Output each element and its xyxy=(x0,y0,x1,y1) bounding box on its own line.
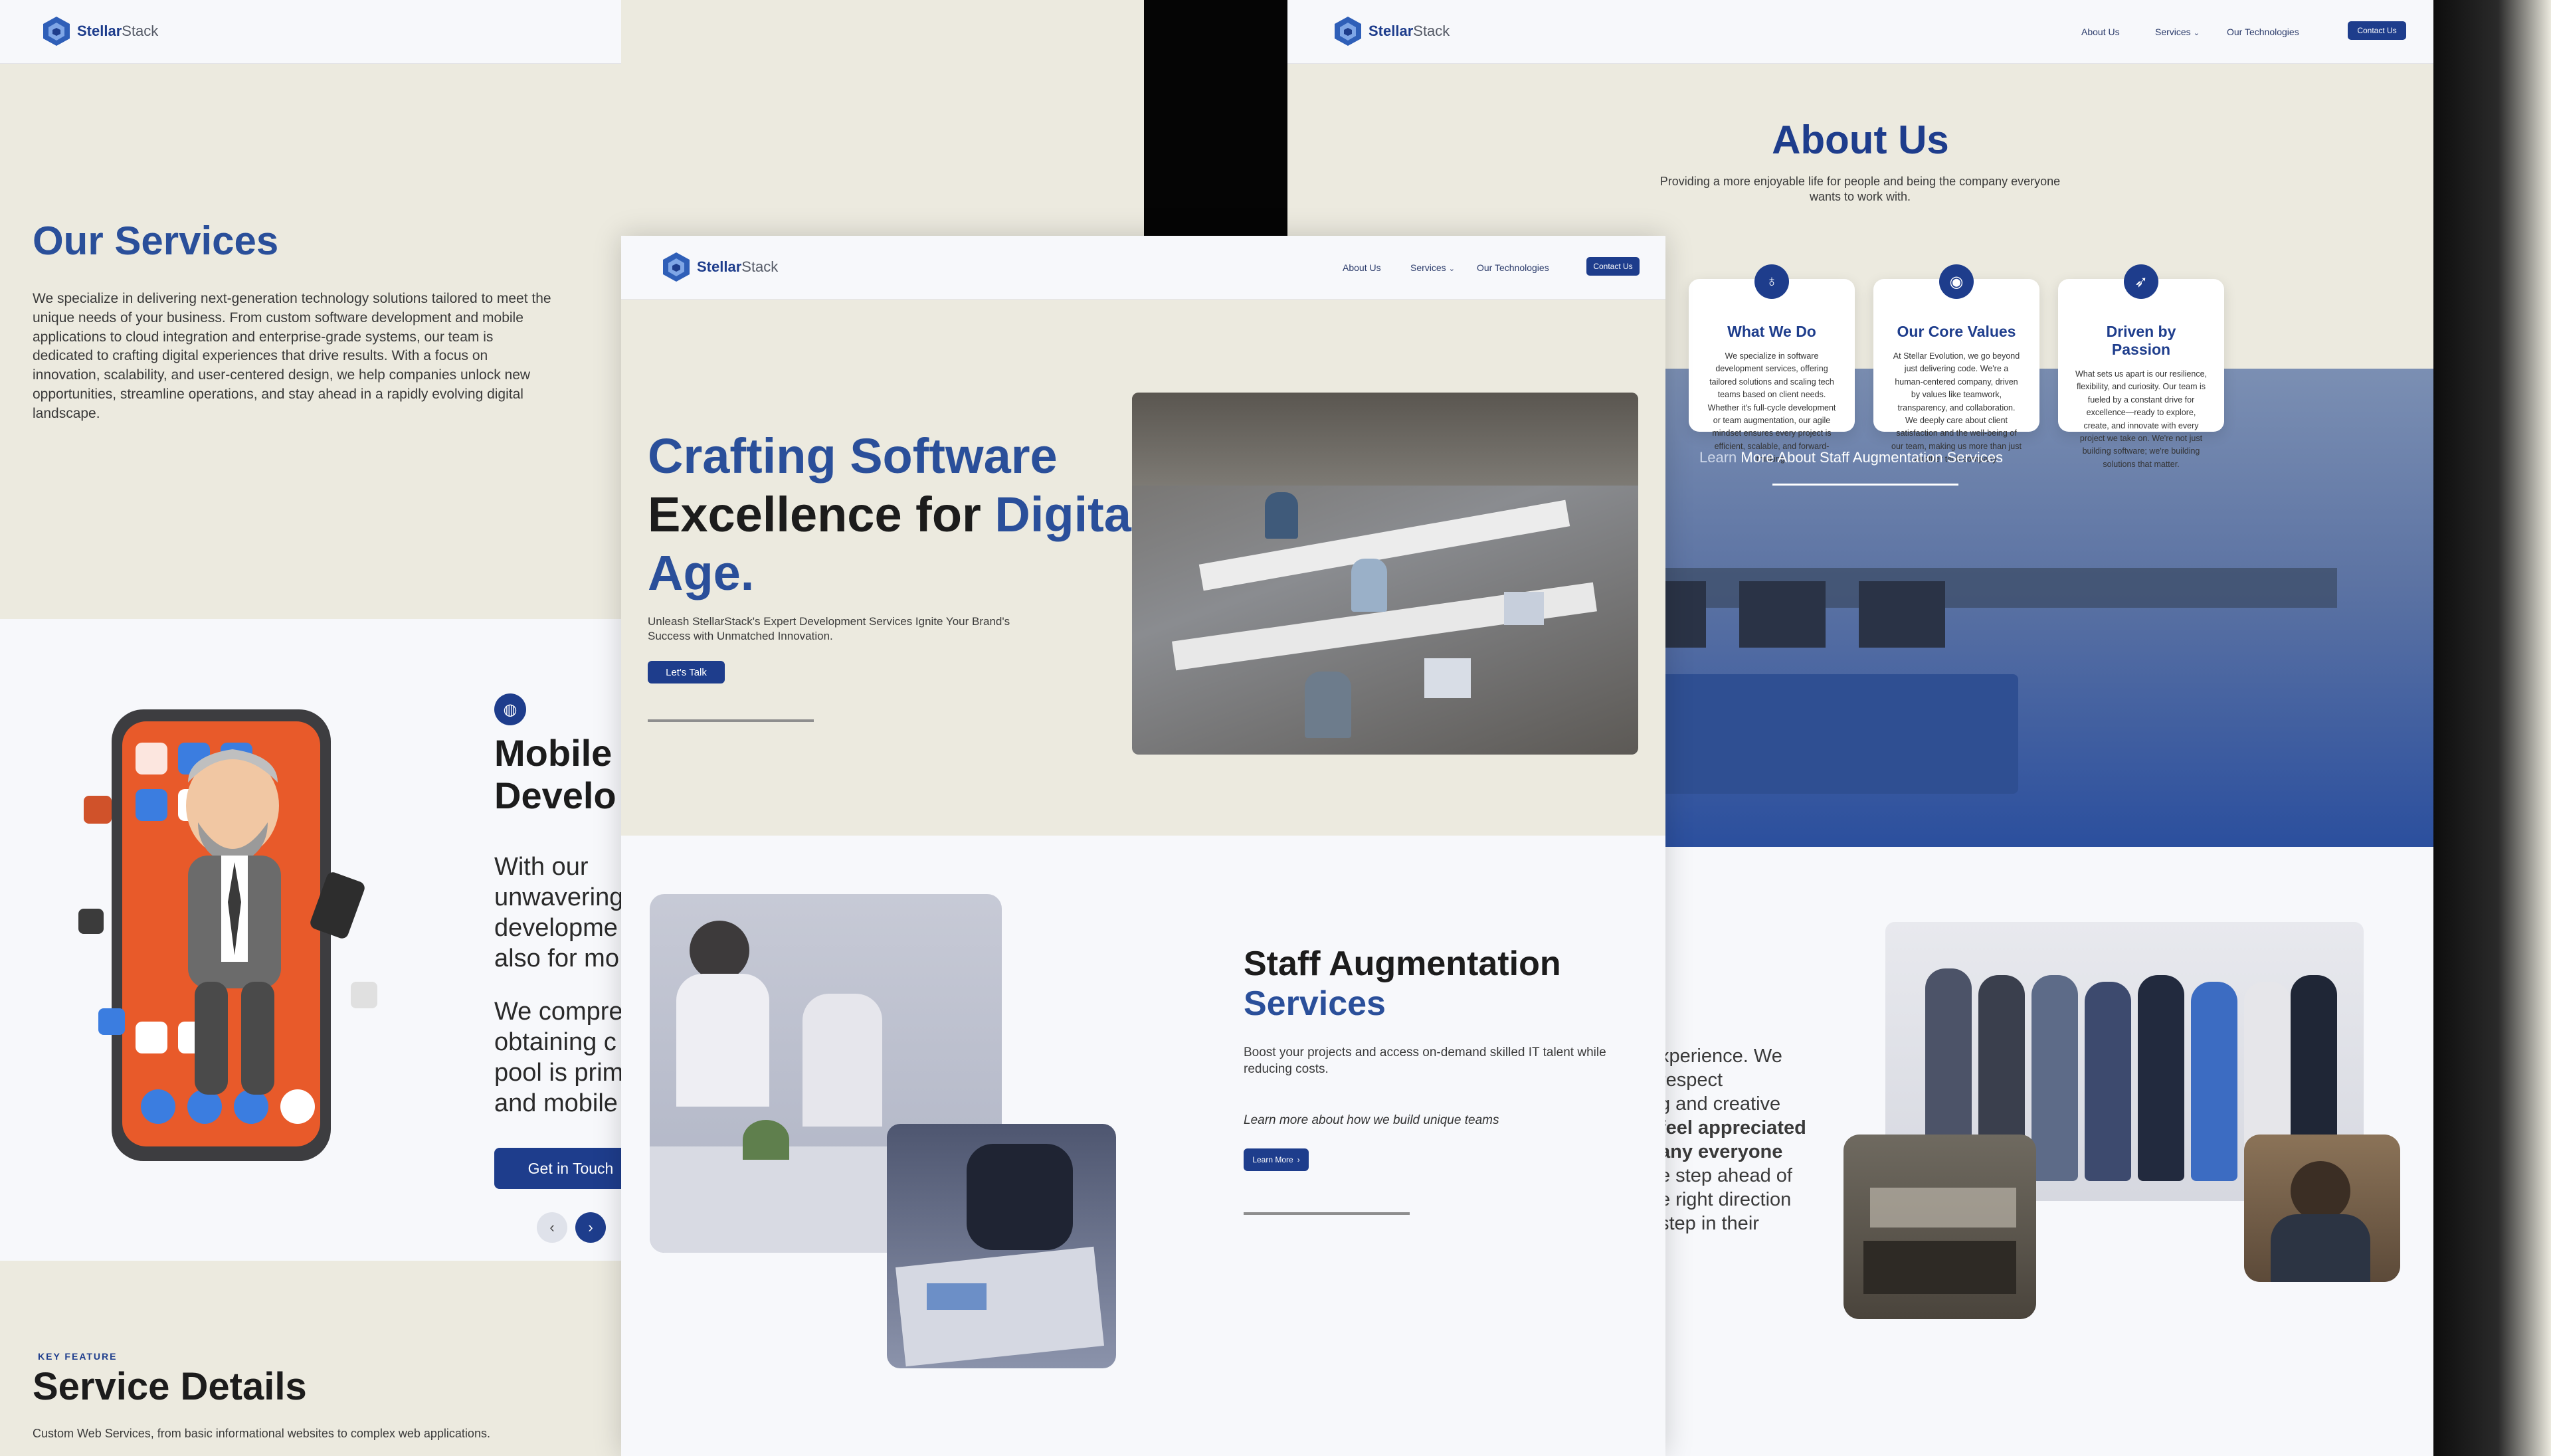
mobile-text-2: We compre obtaining c pool is prim and mobi… xyxy=(494,998,621,1117)
mobile-service-icon: ◍ xyxy=(494,693,526,725)
eye-icon: ◉ xyxy=(1939,264,1974,299)
cube-logo-icon xyxy=(1335,17,1361,46)
brand-name: StellarStack xyxy=(1369,23,1450,39)
brand-logo-home[interactable]: StellarStack xyxy=(660,250,778,284)
chevron-left-icon: ‹ xyxy=(549,1219,555,1235)
brand-name: StellarStack xyxy=(77,23,159,39)
home-nav: StellarStack About Us Services ⌄ Our Tech… xyxy=(621,236,1665,300)
key-feature-label: KEY FEATURE xyxy=(38,1351,118,1362)
lets-talk-button[interactable]: Let's Talk xyxy=(648,661,725,683)
card-title: Driven by Passion xyxy=(2106,323,2176,358)
nav-contact-button[interactable]: Contact Us xyxy=(2348,21,2406,40)
lightbulb-icon: ♁ xyxy=(1754,264,1789,299)
card-driven-by-passion: ➶ Driven by Passion What sets us apart i… xyxy=(2058,264,2224,469)
staff-italic: Learn more about how we build unique tea… xyxy=(1244,1113,1499,1127)
hero-line-2b: Digital xyxy=(994,487,1145,542)
chevron-right-icon: › xyxy=(588,1219,593,1235)
nav-technologies-link[interactable]: Our Technologies xyxy=(2227,27,2299,37)
learn-more-underline xyxy=(1772,484,1958,486)
brand-logo-about[interactable]: StellarStack xyxy=(1331,15,1450,48)
carousel-prev-button[interactable]: ‹ xyxy=(537,1212,567,1243)
right-edge-shadow xyxy=(2433,0,2551,1456)
page-gap-shadow xyxy=(1144,0,1287,239)
nav-about-link[interactable]: About Us xyxy=(1343,262,1381,273)
chevron-down-icon: ⌄ xyxy=(1448,265,1456,273)
staff-section: Staff Augmentation Services Boost your p… xyxy=(621,836,1665,1456)
arrow-right-icon: › xyxy=(1297,1155,1300,1164)
card-text: What sets us apart is our resilience, fl… xyxy=(2075,369,2207,469)
services-page: StellarStack About Us Services⌄ Our Tech… xyxy=(0,0,621,1456)
services-nav: StellarStack About Us Services⌄ Our Tech… xyxy=(0,0,621,64)
get-in-touch-button[interactable]: Get in Touch xyxy=(494,1148,621,1189)
nav-about-link[interactable]: About Us xyxy=(2081,27,2120,37)
nav-technologies-link[interactable]: Our Technologies xyxy=(1477,262,1549,273)
learn-more-staff-link[interactable]: Learn More About Staff Augmentation Serv… xyxy=(1699,449,2003,466)
nav-services-link[interactable]: Services ⌄ xyxy=(1410,262,1455,273)
service-details-text: Custom Web Services, from basic informat… xyxy=(33,1427,490,1440)
mobile-title: Mobile Develo xyxy=(494,732,616,816)
phone-mascot-illustration xyxy=(78,709,377,1161)
about-heading: About Us xyxy=(1772,118,1949,162)
hero-subtitle: Unleash StellarStack's Expert Developmen… xyxy=(648,615,1010,643)
staff-title: Staff Augmentation Services xyxy=(1244,944,1561,1024)
developer-photo xyxy=(2244,1135,2400,1282)
brand-logo[interactable]: StellarStack xyxy=(40,15,158,48)
services-intro: We specialize in delivering next-generat… xyxy=(33,291,551,421)
about-nav: StellarStack About Us Services ⌄ Our Tech… xyxy=(1287,0,2433,64)
hero-line-2a: Excellence for xyxy=(648,487,995,542)
nav-services-link[interactable]: Services ⌄ xyxy=(2155,27,2200,37)
staff-title-line-2: Services xyxy=(1244,984,1386,1023)
rocket-icon: ➶ xyxy=(2124,264,2158,299)
card-title: Our Core Values xyxy=(1897,323,2016,340)
staff-divider xyxy=(1244,1212,1410,1215)
service-details-heading: Service Details xyxy=(33,1365,307,1408)
meeting-photo xyxy=(1843,1135,2036,1319)
hero-divider xyxy=(648,719,814,722)
cube-logo-icon xyxy=(43,17,70,46)
hero-line-3: Age. xyxy=(648,545,755,600)
home-page: StellarStack About Us Services ⌄ Our Tech… xyxy=(621,236,1665,1456)
learn-more-button[interactable]: Learn More › xyxy=(1244,1148,1309,1171)
mobile-section: ◍ Mobile Develo With our unwavering develop… xyxy=(0,619,621,1261)
card-core-values: ◉ Our Core Values At Stellar Evolution, … xyxy=(1873,264,2039,464)
hero-headline: Crafting Software Excellence for Digital… xyxy=(648,427,1145,602)
about-partial-text: xperience. We respect g and creative fee… xyxy=(1659,1046,1806,1234)
card-title: What We Do xyxy=(1727,323,1816,340)
carousel-next-button[interactable]: › xyxy=(575,1212,606,1243)
card-what-we-do: ♁ What We Do We specialize in software d… xyxy=(1689,264,1855,464)
hero-line-1: Crafting Software xyxy=(648,428,1058,484)
nav-contact-button[interactable]: Contact Us xyxy=(1586,257,1640,276)
brand-name: StellarStack xyxy=(697,258,779,275)
services-heading: Our Services xyxy=(33,219,279,263)
cube-logo-icon xyxy=(663,252,690,282)
document-review-photo xyxy=(887,1124,1116,1368)
hero-office-photo xyxy=(1132,393,1638,755)
staff-text: Boost your projects and access on-demand… xyxy=(1244,1046,1606,1076)
mobile-text-1: With our unwavering developme also for mo xyxy=(494,853,621,972)
chevron-down-icon: ⌄ xyxy=(2193,29,2200,37)
staff-title-line-1: Staff Augmentation xyxy=(1244,945,1561,983)
about-subtitle: Providing a more enjoyable life for peop… xyxy=(1659,175,2061,204)
